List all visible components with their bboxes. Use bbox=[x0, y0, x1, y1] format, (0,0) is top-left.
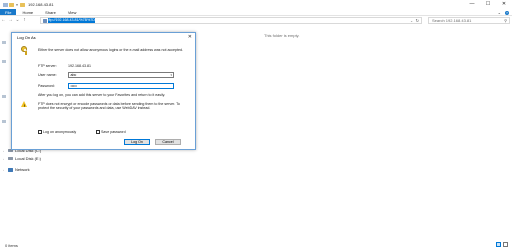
dialog-close-button[interactable]: ✕ bbox=[188, 34, 192, 40]
drive-icon bbox=[8, 156, 13, 161]
chevron-right-icon[interactable]: › bbox=[3, 168, 6, 172]
item-count: 0 items bbox=[5, 243, 18, 248]
maximize-button[interactable]: ☐ bbox=[480, 0, 496, 9]
log-on-as-dialog: Log On As ✕ Either the server does not a… bbox=[11, 32, 196, 150]
minimize-button[interactable]: — bbox=[464, 0, 480, 9]
title-bar: ▾ 192.168.43.81 — ☐ ✕ bbox=[0, 0, 512, 9]
address-dropdown-button[interactable]: ⌄ bbox=[410, 18, 413, 24]
chevron-right-icon[interactable]: › bbox=[3, 157, 6, 161]
ftp-server-value: 192.168.43.81 bbox=[68, 64, 91, 68]
checkbox-box[interactable] bbox=[96, 130, 100, 134]
chevron-down-icon[interactable]: ⌄ bbox=[498, 10, 501, 15]
log-on-anonymously-checkbox[interactable]: Log on anonymously bbox=[38, 130, 76, 134]
network-icon bbox=[8, 167, 13, 172]
nav-item-network[interactable]: › Network bbox=[3, 167, 30, 172]
password-value: ••••• bbox=[70, 84, 77, 88]
view-buttons bbox=[496, 242, 508, 247]
warning-icon: ! bbox=[21, 101, 28, 108]
recent-locations-button[interactable]: ⌄ bbox=[14, 17, 21, 24]
checkbox-box[interactable] bbox=[38, 130, 42, 134]
refresh-button[interactable]: ↻ bbox=[416, 18, 419, 24]
ftp-server-label: FTP server: bbox=[38, 64, 57, 68]
pane-item-icon[interactable] bbox=[2, 120, 6, 123]
ribbon-right: ⌄ ? bbox=[498, 9, 509, 16]
chevron-right-icon[interactable]: › bbox=[3, 149, 6, 153]
status-bar: 0 items bbox=[0, 240, 512, 250]
new-folder-icon[interactable] bbox=[9, 2, 14, 7]
window-title: 192.168.43.81 bbox=[28, 2, 54, 7]
username-label: User name: bbox=[38, 73, 57, 77]
forward-button[interactable]: → bbox=[7, 17, 14, 24]
ribbon: File Home Share View ⌄ ? bbox=[0, 9, 512, 16]
quick-access-toolbar: ▾ bbox=[3, 2, 25, 7]
cancel-button[interactable]: Cancel bbox=[155, 139, 181, 145]
password-label: Password: bbox=[38, 84, 55, 88]
pane-item-icon[interactable] bbox=[2, 41, 6, 44]
tab-file[interactable]: File bbox=[0, 9, 17, 15]
close-window-button[interactable]: ✕ bbox=[496, 0, 512, 9]
nav-item-label: Network bbox=[15, 167, 30, 172]
large-icons-view-button[interactable] bbox=[503, 242, 508, 247]
chevron-down-icon[interactable]: ▾ bbox=[170, 73, 172, 78]
customize-toolbar-icon[interactable]: ▾ bbox=[15, 3, 19, 7]
search-icon[interactable]: ⚲ bbox=[504, 18, 507, 24]
tab-view[interactable]: View bbox=[62, 9, 83, 15]
address-bar[interactable]: ftp://192.168.43.81/%7B%7D ⌄ ↻ bbox=[40, 17, 422, 24]
navigation-bar: ← → ⌄ ↑ ftp://192.168.43.81/%7B%7D ⌄ ↻ S… bbox=[0, 16, 512, 25]
tab-home[interactable]: Home bbox=[16, 9, 39, 15]
password-field[interactable]: ••••• bbox=[68, 83, 174, 89]
log-on-button[interactable]: Log On bbox=[124, 139, 150, 145]
search-input[interactable]: Search 192.168.43.81 ⚲ bbox=[428, 17, 510, 24]
dialog-title: Log On As bbox=[17, 35, 36, 40]
address-text[interactable]: ftp://192.168.43.81/%7B%7D bbox=[48, 18, 96, 23]
favorites-note: After you log on, you can add this serve… bbox=[38, 93, 166, 97]
nav-item-label: Local Disk (E:) bbox=[15, 156, 42, 161]
up-button[interactable]: ↑ bbox=[21, 17, 28, 24]
security-warning: FTP does not encrypt or encode passwords… bbox=[38, 102, 180, 111]
back-button[interactable]: ← bbox=[0, 17, 7, 24]
key-icon bbox=[21, 46, 30, 55]
tab-share[interactable]: Share bbox=[39, 9, 62, 15]
dialog-message: Either the server does not allow anonymo… bbox=[38, 48, 184, 52]
save-password-checkbox[interactable]: Save password bbox=[96, 130, 126, 134]
anon-checkbox-label: Log on anonymously bbox=[43, 130, 77, 134]
help-icon[interactable]: ? bbox=[505, 10, 509, 15]
empty-folder-message: This folder is empty. bbox=[264, 33, 300, 38]
pane-item-icon[interactable] bbox=[2, 95, 6, 98]
search-placeholder: Search 192.168.43.81 bbox=[432, 18, 472, 23]
pane-item-icon[interactable] bbox=[2, 60, 6, 63]
window-controls: — ☐ ✕ bbox=[464, 0, 512, 9]
details-view-button[interactable] bbox=[496, 242, 501, 247]
properties-icon[interactable] bbox=[3, 2, 8, 7]
username-value: abc bbox=[70, 73, 77, 77]
save-checkbox-label: Save password bbox=[101, 130, 126, 134]
folder-icon bbox=[20, 2, 25, 7]
nav-item-local-disk-e[interactable]: › Local Disk (E:) bbox=[3, 156, 41, 161]
username-combobox[interactable]: abc ▾ bbox=[68, 72, 174, 78]
network-location-icon bbox=[43, 18, 47, 23]
